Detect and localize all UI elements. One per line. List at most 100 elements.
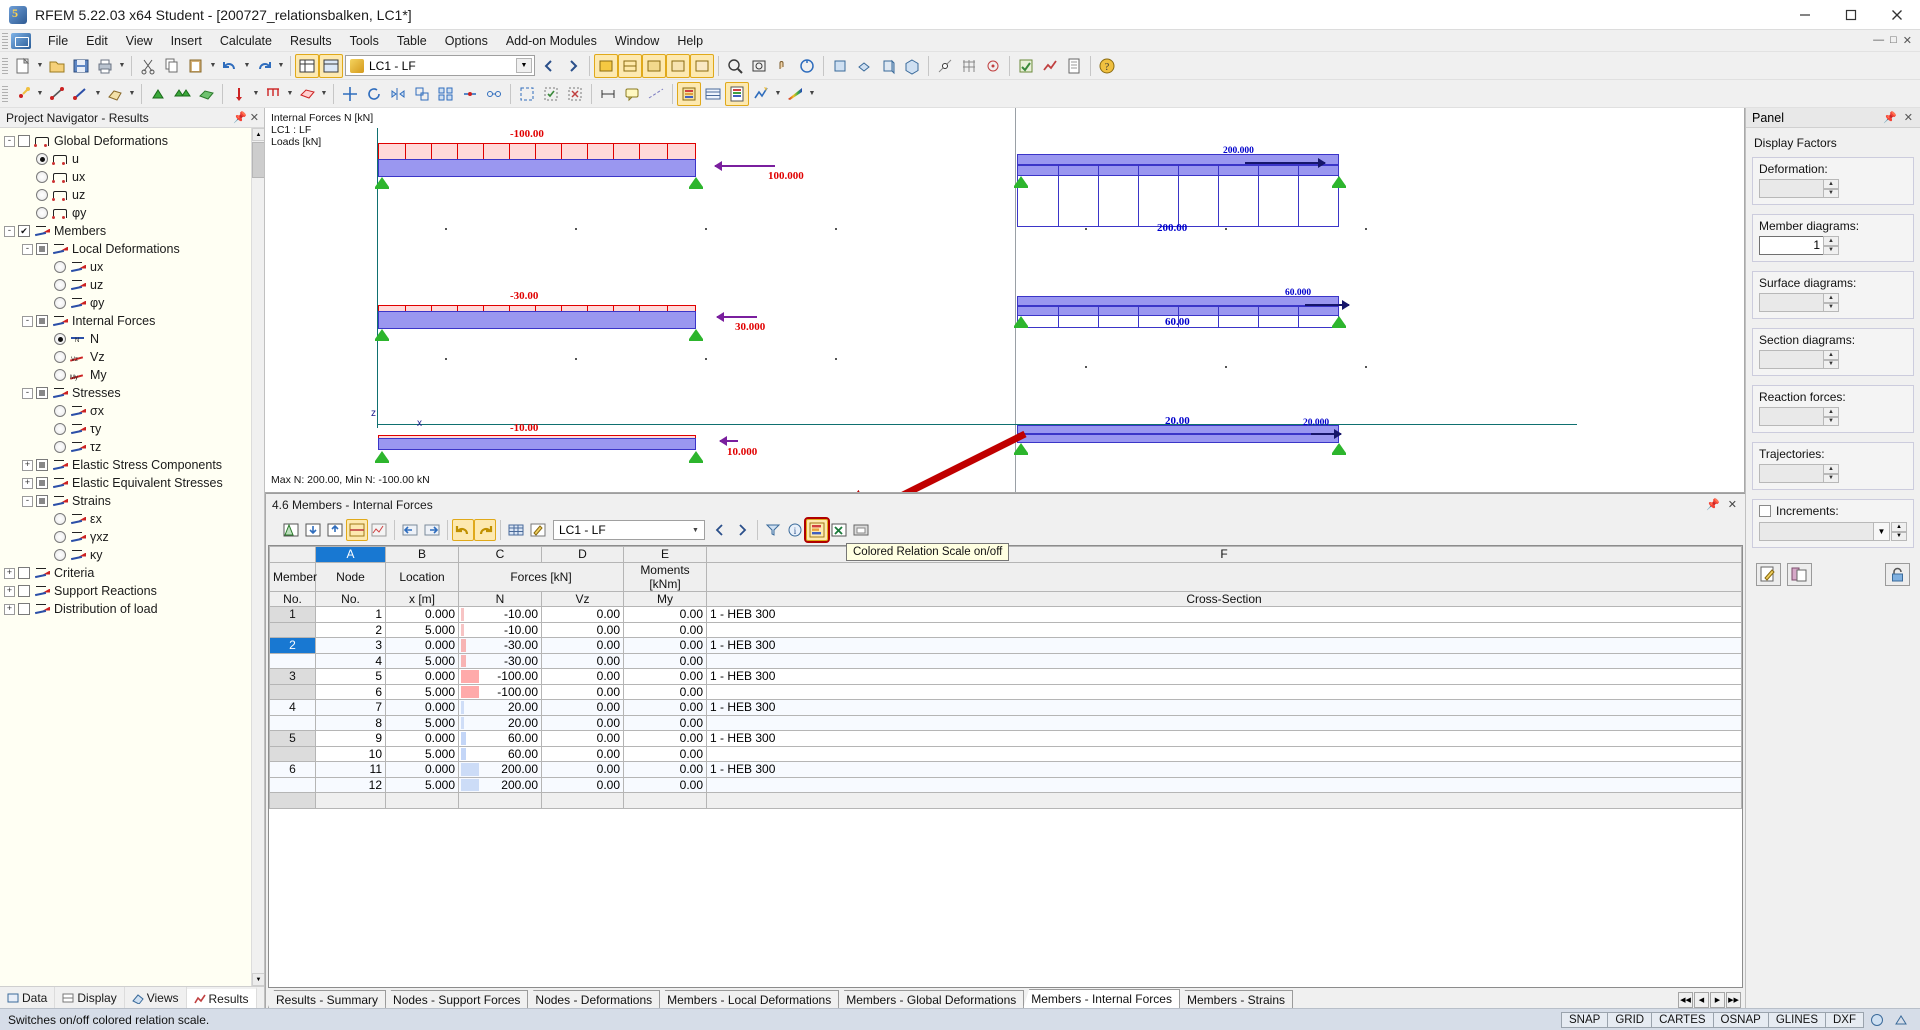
increments-spin-down-icon[interactable]: ▼ bbox=[1891, 531, 1907, 541]
pin-icon[interactable]: 📌 bbox=[233, 111, 247, 124]
collapse-icon[interactable]: - bbox=[4, 225, 15, 237]
table-row[interactable]: 3 5 0.000 -100.00 0.00 0.00 1 - HEB 300 bbox=[269, 668, 1742, 685]
col-letter-d[interactable]: D bbox=[541, 546, 624, 563]
cell-empty[interactable] bbox=[315, 792, 386, 809]
table-grid-settings-button[interactable] bbox=[505, 519, 527, 541]
cell-cross-section[interactable]: 1 - HEB 300 bbox=[706, 606, 1742, 623]
checkbox-empty[interactable] bbox=[18, 567, 30, 579]
menu-help[interactable]: Help bbox=[668, 32, 712, 50]
result-diagram-dropdown-icon[interactable]: ▼ bbox=[773, 82, 783, 106]
close-button[interactable] bbox=[1874, 0, 1920, 30]
table-load-case-selector[interactable]: LC1 - LF ▼ bbox=[553, 520, 705, 540]
show-table-button[interactable] bbox=[295, 53, 319, 78]
cell-force-vz[interactable]: 0.00 bbox=[541, 621, 624, 638]
row-header-member-no[interactable]: 1 bbox=[269, 606, 316, 623]
member-load-button[interactable] bbox=[261, 82, 285, 106]
tree-item-y[interactable]: τy bbox=[0, 420, 264, 438]
printout-report-button[interactable] bbox=[1062, 54, 1086, 78]
table-next-case-button[interactable] bbox=[731, 519, 753, 541]
cell-force-vz[interactable]: 0.00 bbox=[541, 683, 624, 700]
table-filter-button[interactable] bbox=[346, 519, 368, 541]
status-cell-dxf[interactable]: DXF bbox=[1825, 1011, 1864, 1028]
tree-item-elastic-stress-components[interactable]: + Elastic Stress Components bbox=[0, 456, 264, 474]
cell-empty[interactable] bbox=[623, 792, 707, 809]
menu-calculate[interactable]: Calculate bbox=[211, 32, 281, 50]
cell-location[interactable]: 0.000 bbox=[385, 730, 459, 747]
maximize-button[interactable] bbox=[1828, 0, 1874, 30]
cell-node-no[interactable]: 6 bbox=[315, 683, 386, 700]
tree-item-criteria[interactable]: + Criteria bbox=[0, 564, 264, 582]
table-row[interactable]: 2 5.000 -10.00 0.00 0.00 bbox=[269, 621, 1742, 638]
radio-unselected[interactable] bbox=[54, 531, 66, 543]
cell-cross-section[interactable]: 1 - HEB 300 bbox=[706, 668, 1742, 685]
cell-force-n[interactable]: 60.00 bbox=[458, 730, 542, 747]
spin-down-icon[interactable]: ▼ bbox=[1823, 473, 1839, 483]
navigator-tab-data[interactable]: Data bbox=[0, 987, 56, 1008]
cell-moment-my[interactable]: 0.00 bbox=[623, 606, 707, 623]
osnap-button[interactable] bbox=[981, 54, 1005, 78]
move-button[interactable] bbox=[338, 82, 362, 106]
tree-item-ux[interactable]: ux bbox=[0, 168, 264, 186]
view-top-button[interactable] bbox=[852, 54, 876, 78]
tree-item-y[interactable]: φy bbox=[0, 294, 264, 312]
tree-item-x[interactable]: εx bbox=[0, 510, 264, 528]
cell-force-vz[interactable]: 0.00 bbox=[541, 606, 624, 623]
cell-empty[interactable] bbox=[458, 792, 542, 809]
spin-down-icon[interactable]: ▼ bbox=[1823, 302, 1839, 312]
scale-button[interactable] bbox=[410, 82, 434, 106]
status-cell-osnap[interactable]: OSNAP bbox=[1712, 1011, 1769, 1028]
undo-button[interactable] bbox=[218, 54, 242, 78]
table-chart-button[interactable] bbox=[368, 519, 390, 541]
table-goto-first-button[interactable] bbox=[302, 519, 324, 541]
radio-unselected[interactable] bbox=[54, 261, 66, 273]
next-load-case-button[interactable] bbox=[561, 54, 585, 78]
cell-node-no[interactable]: 3 bbox=[315, 637, 386, 654]
cell-moment-my[interactable]: 0.00 bbox=[623, 714, 707, 731]
copy-panel-button[interactable] bbox=[1787, 563, 1812, 586]
table-row[interactable]: 10 5.000 60.00 0.00 0.00 bbox=[269, 745, 1742, 762]
cell-cross-section[interactable] bbox=[706, 776, 1742, 793]
status-cell-glines[interactable]: GLINES bbox=[1767, 1011, 1826, 1028]
colored-relation-scale-button[interactable] bbox=[804, 517, 830, 543]
radio-selected[interactable] bbox=[54, 333, 66, 345]
cell-cross-section[interactable]: 1 - HEB 300 bbox=[706, 637, 1742, 654]
cell-force-vz[interactable]: 0.00 bbox=[541, 637, 624, 654]
checkbox-partial[interactable] bbox=[36, 315, 48, 327]
view-front-button[interactable] bbox=[828, 54, 852, 78]
table-row[interactable]: 6 11 0.000 200.00 0.00 0.00 1 - HEB 300 bbox=[269, 761, 1742, 778]
radio-unselected[interactable] bbox=[54, 441, 66, 453]
tree-item-my[interactable]: My bbox=[0, 366, 264, 384]
surface-support-button[interactable] bbox=[194, 82, 218, 106]
table-tab-results-summary[interactable]: Results - Summary bbox=[268, 990, 387, 1008]
panel-spin-buttons-surface-diagrams[interactable]: ▲ ▼ bbox=[1823, 293, 1839, 312]
table-tab-members-local-deformations[interactable]: Members - Local Deformations bbox=[659, 990, 840, 1008]
open-file-button[interactable] bbox=[45, 54, 69, 78]
close-icon[interactable]: ✕ bbox=[250, 111, 259, 124]
nodal-load-dropdown-icon[interactable]: ▼ bbox=[251, 82, 261, 106]
cell-location[interactable]: 0.000 bbox=[385, 637, 459, 654]
cell-cross-section[interactable] bbox=[706, 621, 1742, 638]
graphics-view[interactable]: Internal Forces N [kN] LC1 : LF Loads [k… bbox=[265, 108, 1745, 493]
table-row[interactable]: 6 5.000 -100.00 0.00 0.00 bbox=[269, 683, 1742, 700]
scroll-thumb[interactable] bbox=[252, 142, 264, 178]
table-tab-members-global-deformations[interactable]: Members - Global Deformations bbox=[838, 990, 1025, 1008]
insert-member-dropdown-icon[interactable]: ▼ bbox=[93, 82, 103, 106]
spin-up-icon[interactable]: ▲ bbox=[1823, 350, 1839, 360]
redo-dropdown-icon[interactable]: ▼ bbox=[276, 54, 286, 78]
panel-spin-buttons-deformation[interactable]: ▲ ▼ bbox=[1823, 179, 1839, 198]
cell-moment-my[interactable]: 0.00 bbox=[623, 699, 707, 716]
table-redo-button[interactable] bbox=[474, 519, 496, 541]
tree-item-strains[interactable]: - Strains bbox=[0, 492, 264, 510]
cell-location[interactable]: 0.000 bbox=[385, 699, 459, 716]
tree-item-y[interactable]: φy bbox=[0, 204, 264, 222]
dimension-button[interactable] bbox=[596, 82, 620, 106]
results-grid[interactable]: A B C D E F Member Node Location Forces … bbox=[268, 545, 1743, 988]
cell-node-no[interactable]: 4 bbox=[315, 652, 386, 669]
cell-force-n[interactable]: -10.00 bbox=[458, 621, 542, 638]
expand-icon[interactable]: + bbox=[4, 567, 15, 579]
cell-node-no[interactable]: 2 bbox=[315, 621, 386, 638]
cell-moment-my[interactable]: 0.00 bbox=[623, 668, 707, 685]
table-select-filter-button[interactable] bbox=[762, 519, 784, 541]
print-button[interactable] bbox=[93, 54, 117, 78]
radio-unselected[interactable] bbox=[54, 279, 66, 291]
